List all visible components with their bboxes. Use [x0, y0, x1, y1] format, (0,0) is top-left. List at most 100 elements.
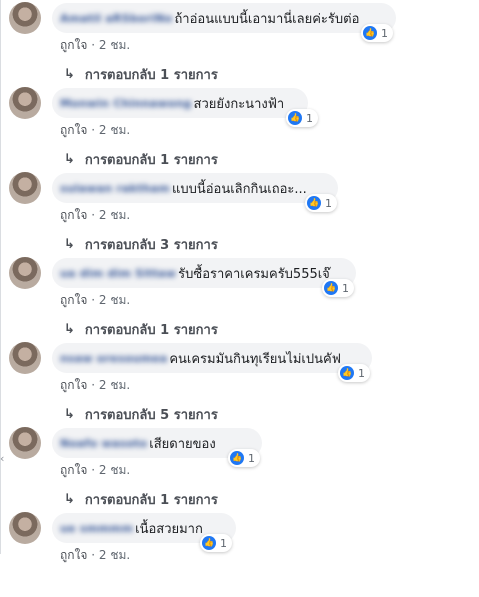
like-link[interactable]: ถูกใจ [60, 38, 87, 52]
like-icon: 👍 [340, 366, 354, 380]
comment-bubble: Amatil aRSboriNo ถ้าอ่อนแบบนี้เอามานี่เล… [52, 3, 396, 33]
avatar[interactable] [9, 87, 41, 119]
comment-meta: ถูกใจ · 2 ชม. [60, 376, 130, 395]
reaction-count: 1 [358, 366, 365, 380]
like-link[interactable]: ถูกใจ [60, 123, 87, 137]
reaction-badge[interactable]: 👍 1 [286, 109, 318, 127]
replies-label: การตอบกลับ 3 รายการ [84, 238, 218, 253]
comment-bubble: sulawan raktham แบบนี้อ่อนเลิกกินเถอะ... [52, 173, 338, 203]
like-icon: 👍 [324, 281, 338, 295]
comment-time[interactable]: 2 ชม. [99, 463, 130, 477]
comment-meta: ถูกใจ · 2 ชม. [60, 291, 130, 310]
comment-bubble: ua dim dim Sittaw รับซื้อราคาเครมครับ555… [52, 258, 356, 288]
reaction-badge[interactable]: 👍 1 [361, 24, 393, 42]
comment-meta: ถูกใจ · 2 ชม. [60, 206, 130, 225]
replies-label: การตอบกลับ 5 รายการ [84, 408, 218, 423]
comment-time[interactable]: 2 ชม. [99, 208, 130, 222]
meta-separator: · [91, 208, 99, 222]
view-replies-link[interactable]: ↳ การตอบกลับ 5 รายการ [64, 404, 218, 425]
reaction-badge[interactable]: 👍 1 [228, 449, 260, 467]
view-replies-link[interactable]: ↳ การตอบกลับ 1 รายการ [64, 319, 218, 340]
comment-author[interactable]: nsaw oresoumea [60, 352, 167, 365]
comment-meta: ถูกใจ · 2 ชม. [60, 36, 130, 55]
meta-separator: · [91, 548, 99, 562]
comment-text: เสียดายของ [149, 436, 216, 452]
comment-item: sulawan raktham แบบนี้อ่อนเลิกกินเถอะ...… [0, 172, 479, 257]
meta-separator: · [91, 463, 99, 477]
reaction-badge[interactable]: 👍 1 [322, 279, 354, 297]
like-link[interactable]: ถูกใจ [60, 378, 87, 392]
meta-separator: · [91, 123, 99, 137]
comment-time[interactable]: 2 ชม. [99, 548, 130, 562]
reaction-count: 1 [325, 196, 332, 210]
like-icon: 👍 [307, 196, 321, 210]
like-link[interactable]: ถูกใจ [60, 548, 87, 562]
reply-arrow-icon: ↳ [64, 237, 75, 252]
comment-meta: ถูกใจ · 2 ชม. [60, 121, 130, 140]
view-replies-link[interactable]: ↳ การตอบกลับ 1 รายการ [64, 64, 218, 85]
comment-bubble: nsaw oresoumea คนเครมมันกินทุเรียนไม่เปน… [52, 343, 372, 373]
comment-text: เนื้อสวยมาก [135, 521, 203, 537]
view-replies-link[interactable]: ↳ การตอบกลับ 1 รายการ [64, 149, 218, 170]
reply-arrow-icon: ↳ [64, 152, 75, 167]
avatar[interactable] [9, 342, 41, 374]
comment-author[interactable]: sulawan raktham [60, 182, 170, 195]
reaction-badge[interactable]: 👍 1 [200, 534, 232, 552]
comment-author[interactable]: ua dim dim Sittaw [60, 267, 176, 280]
like-link[interactable]: ถูกใจ [60, 208, 87, 222]
comment-item: Amatil aRSboriNo ถ้าอ่อนแบบนี้เอามานี่เล… [0, 2, 479, 87]
reaction-count: 1 [248, 451, 255, 465]
avatar[interactable] [9, 427, 41, 459]
comment-item: ua dim dim Sittaw รับซื้อราคาเครมครับ555… [0, 257, 479, 342]
comment-item: Monwin Chinnawong สวยยังกะนางฟ้า 👍 1 ถูก… [0, 87, 479, 172]
comment-time[interactable]: 2 ชม. [99, 293, 130, 307]
like-icon: 👍 [363, 26, 377, 40]
reply-arrow-icon: ↳ [64, 407, 75, 422]
comment-author[interactable]: Amatil aRSboriNo [60, 12, 172, 25]
comment-meta: ถูกใจ · 2 ชม. [60, 546, 130, 565]
comment-time[interactable]: 2 ชม. [99, 123, 130, 137]
comment-author[interactable]: Noafo wasoto [60, 437, 147, 450]
reaction-count: 1 [220, 536, 227, 550]
like-icon: 👍 [202, 536, 216, 550]
comment-author[interactable]: ue smmmm [60, 522, 133, 535]
comment-item: Noafo wasoto เสียดายของ 👍 1 ถูกใจ · 2 ชม… [0, 427, 479, 512]
replies-label: การตอบกลับ 1 รายการ [84, 68, 218, 83]
comment-text: สวยยังกะนางฟ้า [193, 96, 285, 112]
avatar[interactable] [9, 257, 41, 289]
comment-time[interactable]: 2 ชม. [99, 378, 130, 392]
view-replies-link[interactable]: ↳ การตอบกลับ 3 รายการ [64, 234, 218, 255]
view-replies-link[interactable]: ↳ การตอบกลับ 1 รายการ [64, 489, 218, 510]
like-link[interactable]: ถูกใจ [60, 293, 87, 307]
meta-separator: · [91, 38, 99, 52]
comment-text: รับซื้อราคาเครมครับ555เจ๊ [178, 266, 330, 282]
like-link[interactable]: ถูกใจ [60, 463, 87, 477]
replies-label: การตอบกลับ 1 รายการ [84, 493, 218, 508]
avatar[interactable] [9, 512, 41, 544]
like-icon: 👍 [230, 451, 244, 465]
reaction-count: 1 [342, 281, 349, 295]
comment-author[interactable]: Monwin Chinnawong [60, 97, 192, 110]
avatar[interactable] [9, 172, 41, 204]
meta-separator: · [91, 378, 99, 392]
replies-label: การตอบกลับ 1 รายการ [84, 323, 218, 338]
reaction-count: 1 [381, 26, 388, 40]
comment-text: แบบนี้อ่อนเลิกกินเถอะ... [171, 181, 307, 197]
reaction-badge[interactable]: 👍 1 [305, 194, 337, 212]
reply-arrow-icon: ↳ [64, 67, 75, 82]
reaction-count: 1 [306, 111, 313, 125]
comment-item: ue smmmm เนื้อสวยมาก 👍 1 ถูกใจ · 2 ชม. [0, 512, 479, 597]
reply-arrow-icon: ↳ [64, 492, 75, 507]
meta-separator: · [91, 293, 99, 307]
comment-time[interactable]: 2 ชม. [99, 38, 130, 52]
reaction-badge[interactable]: 👍 1 [338, 364, 370, 382]
comment-meta: ถูกใจ · 2 ชม. [60, 461, 130, 480]
like-icon: 👍 [288, 111, 302, 125]
comment-text: ถ้าอ่อนแบบนี้เอามานี่เลยค่ะรับต่อ [174, 11, 360, 27]
comment-item: nsaw oresoumea คนเครมมันกินทุเรียนไม่เปน… [0, 342, 479, 427]
avatar[interactable] [9, 2, 41, 34]
comment-text: คนเครมมันกินทุเรียนไม่เปนคัฟ [169, 351, 341, 367]
comment-bubble: Monwin Chinnawong สวยยังกะนางฟ้า [52, 88, 308, 118]
reply-arrow-icon: ↳ [64, 322, 75, 337]
replies-label: การตอบกลับ 1 รายการ [84, 153, 218, 168]
